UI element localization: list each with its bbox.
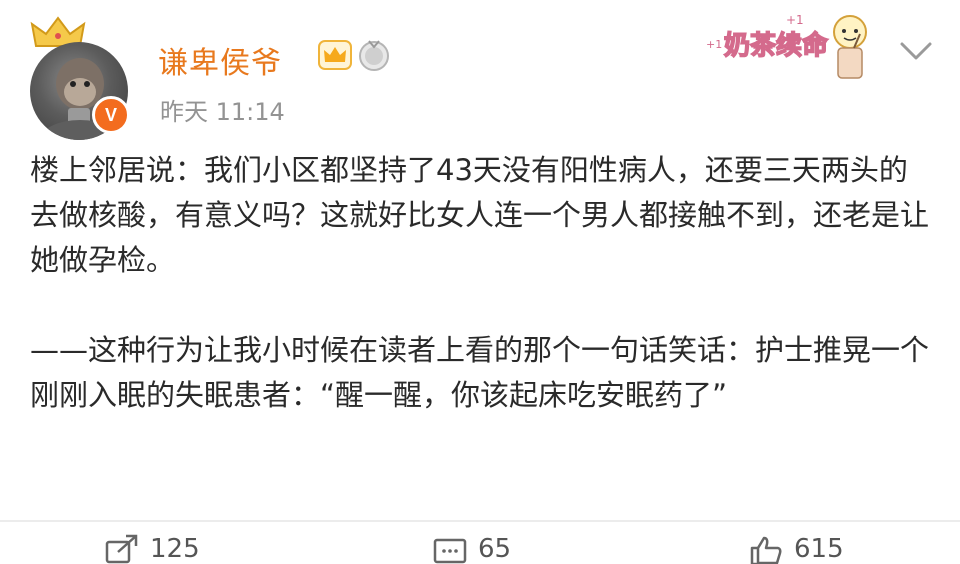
- like-count: 615: [794, 534, 844, 564]
- sticker-plus-2: +1: [786, 13, 804, 27]
- comment-button[interactable]: 65: [432, 534, 511, 564]
- repost-count: 125: [150, 534, 200, 564]
- sticker-text: 奶茶续命: [724, 30, 829, 61]
- crown-icon[interactable]: [318, 40, 352, 70]
- comment-count: 65: [478, 534, 512, 564]
- milk-tea-sticker: +1 +1 奶茶续命: [706, 13, 867, 79]
- medal-icon[interactable]: [358, 38, 390, 74]
- post-body: 楼上邻居说：我们小区都坚持了43天没有阳性病人，还要三天两头的去做核酸，有意义吗…: [30, 153, 930, 412]
- verified-badge: V: [92, 96, 130, 134]
- repost-button[interactable]: 125: [104, 534, 200, 564]
- username[interactable]: 谦卑侯爷: [158, 38, 282, 82]
- comment-icon: [433, 538, 467, 564]
- footer-divider: [0, 520, 960, 522]
- sticker-plus-1: +1: [706, 38, 722, 51]
- chevron-down-icon[interactable]: [898, 40, 934, 62]
- like-icon: [750, 536, 782, 564]
- repost-icon: [105, 534, 138, 564]
- like-button[interactable]: 615: [748, 534, 844, 564]
- post-time: 昨天 11:14: [160, 98, 285, 126]
